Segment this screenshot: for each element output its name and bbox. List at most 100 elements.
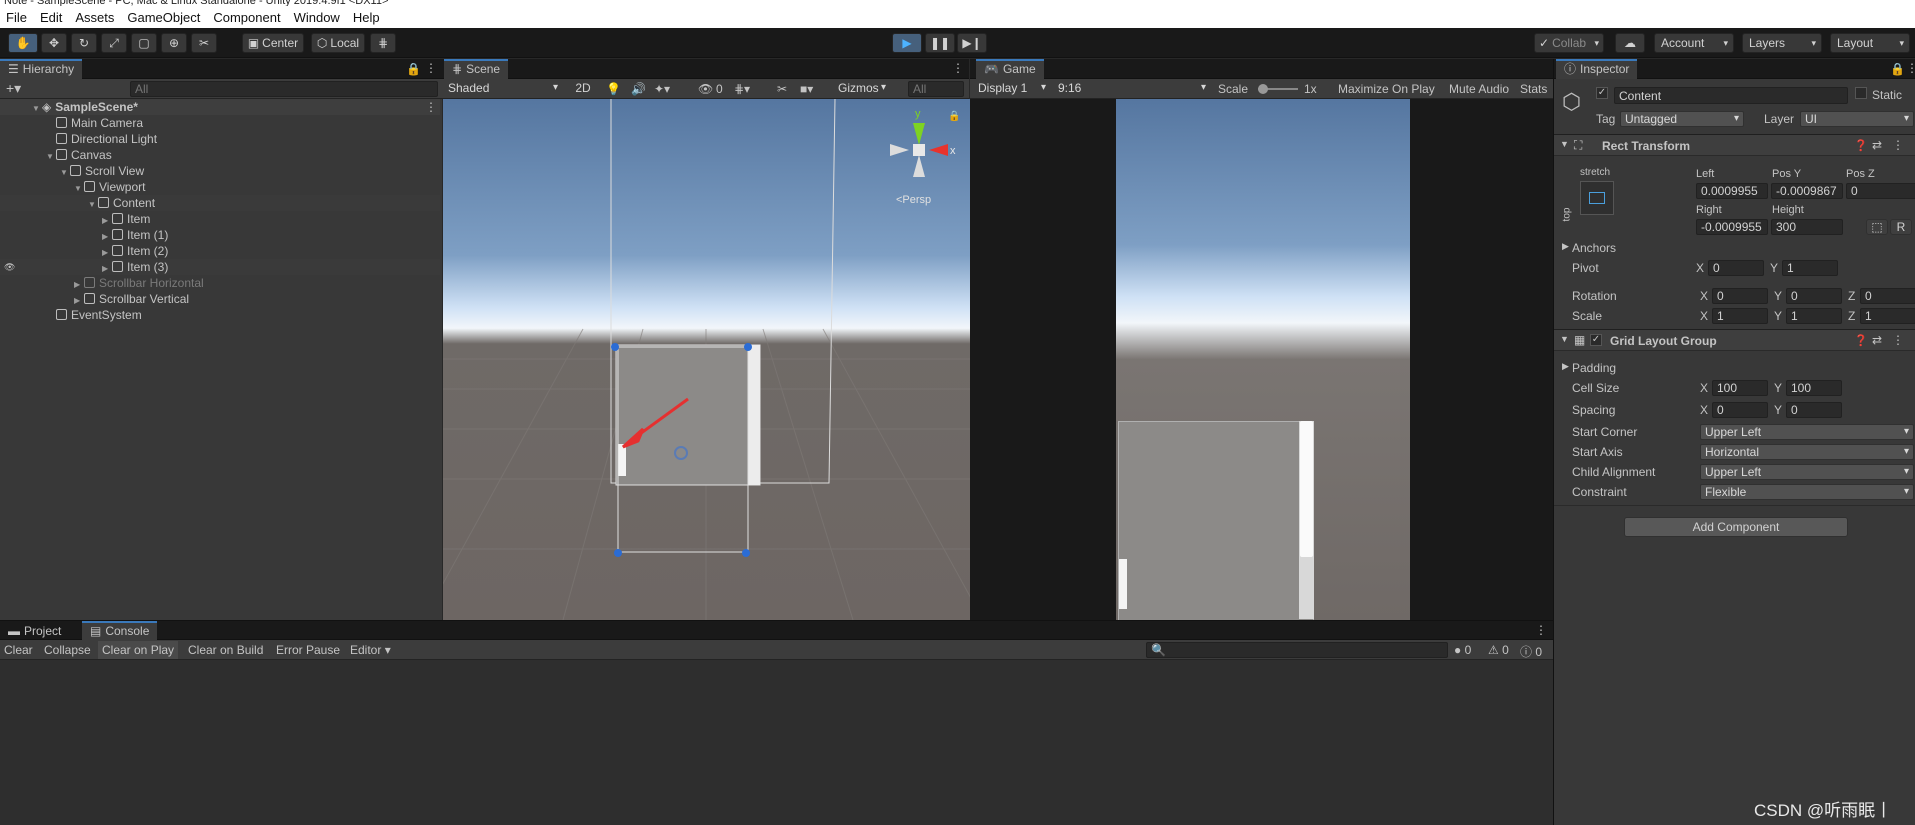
hierarchy-search-input[interactable]	[130, 81, 438, 97]
hidden-objects-icon[interactable]: 👁	[698, 82, 713, 96]
help-icon[interactable]: ❓	[1854, 139, 1868, 152]
rect-tool-icon[interactable]: ▢	[131, 33, 157, 53]
game-scrollbar-handle[interactable]	[1300, 421, 1313, 557]
gizmos-dropdown[interactable]: Gizmos	[834, 81, 890, 97]
console-log-area[interactable]	[0, 660, 1553, 825]
hierarchy-item[interactable]: ▼ Canvas	[0, 147, 440, 163]
cell-x-field[interactable]: 100	[1712, 380, 1768, 396]
game-view[interactable]	[970, 99, 1553, 620]
grid-enabled-checkbox[interactable]: ✓	[1590, 334, 1602, 346]
menu-item-gameobject[interactable]: GameObject	[127, 10, 200, 25]
maximize-on-play-toggle[interactable]: Maximize On Play	[1338, 82, 1435, 96]
move-tool-icon[interactable]: ✥	[41, 33, 67, 53]
clear-on-build-toggle[interactable]: Clear on Build	[188, 643, 263, 657]
hierarchy-item[interactable]: ▼ Content	[0, 195, 440, 211]
add-component-button[interactable]: Add Component	[1624, 517, 1848, 537]
inspector-kebab-icon[interactable]: ⋮	[1906, 61, 1915, 75]
tab-project[interactable]: ▬ Project	[0, 621, 69, 641]
transform-tool-icon[interactable]: ⊕	[161, 33, 187, 53]
handle-top-right[interactable]	[744, 343, 752, 351]
pivot-y-field[interactable]: 1	[1782, 260, 1838, 276]
menu-item-edit[interactable]: Edit	[40, 10, 62, 25]
hierarchy-item[interactable]: ▶ Item (3) 👁	[0, 259, 440, 275]
console-search-input[interactable]: 🔍	[1146, 642, 1448, 658]
hierarchy-item[interactable]: ▼ Scroll View	[0, 163, 440, 179]
raw-edit-button[interactable]: R	[1890, 219, 1912, 235]
pivot-x-field[interactable]: 0	[1708, 260, 1764, 276]
play-button[interactable]: ▶	[892, 33, 922, 53]
hand-tool-icon[interactable]: ✋	[8, 33, 38, 53]
pivot-local-button[interactable]: ⬡ Local	[311, 33, 365, 53]
layers-dropdown[interactable]: Layers ▾	[1742, 33, 1822, 53]
menu-item-file[interactable]: File	[6, 10, 27, 25]
posy-field[interactable]: -0.0009867	[1771, 183, 1843, 199]
clear-button[interactable]: Clear	[4, 643, 33, 657]
scene-kebab-icon[interactable]: ⋮	[952, 61, 964, 75]
left-field[interactable]: 0.0009955	[1696, 183, 1768, 199]
tools-icon[interactable]: ✂	[777, 82, 787, 96]
scale-slider[interactable]	[1258, 84, 1298, 94]
pause-button[interactable]: ❚❚	[925, 33, 955, 53]
hierarchy-item[interactable]: Main Camera	[0, 115, 440, 131]
spacing-x-field[interactable]: 0	[1712, 402, 1768, 418]
custom-tool-icon[interactable]: ✂	[191, 33, 217, 53]
scene-row[interactable]: ▼ ◈ SampleScene* ⋮	[0, 99, 440, 115]
display-dropdown[interactable]: Display 1	[974, 81, 1050, 97]
grid-help-icon[interactable]: ❓	[1854, 334, 1868, 347]
anchor-presets-button[interactable]	[1580, 181, 1614, 215]
create-plus-icon[interactable]: +▾	[6, 80, 21, 97]
right-field[interactable]: -0.0009955	[1696, 219, 1768, 235]
rotate-tool-icon[interactable]: ↻	[71, 33, 97, 53]
anchors-label[interactable]: Anchors	[1572, 241, 1616, 255]
rot-z-field[interactable]: 0	[1860, 288, 1915, 304]
account-dropdown[interactable]: Account ▾	[1654, 33, 1734, 53]
hierarchy-item[interactable]: EventSystem	[0, 307, 440, 323]
gizmo-lock-icon[interactable]: 🔒	[948, 110, 960, 122]
game-scrollbar-track[interactable]	[1299, 421, 1314, 619]
object-name-field[interactable]	[1614, 87, 1848, 104]
tab-hierarchy[interactable]: ☰ Hierarchy	[0, 59, 83, 79]
blueprint-mode-icon[interactable]: ⬚	[1866, 219, 1888, 235]
menu-item-assets[interactable]: Assets	[75, 10, 114, 25]
lighting-icon[interactable]: 💡	[606, 82, 621, 96]
aspect-dropdown[interactable]: 9:16	[1054, 81, 1210, 97]
scale-tool-icon[interactable]: ⤢	[101, 33, 127, 53]
spacing-y-field[interactable]: 0	[1786, 402, 1842, 418]
constraint-dropdown[interactable]: Flexible	[1700, 484, 1914, 500]
kebab-menu-icon[interactable]: ⋮	[425, 61, 437, 75]
collapse-toggle[interactable]: Collapse	[44, 643, 91, 657]
collab-button[interactable]: ✓ Collab ▾	[1534, 33, 1604, 53]
scene-menu-icon[interactable]: ⋮	[425, 99, 437, 115]
scale-y-field[interactable]: 1	[1786, 308, 1842, 324]
warn-count-toggle[interactable]: ⚠ 0	[1488, 643, 1509, 657]
hierarchy-item[interactable]: ▶ Scrollbar Vertical	[0, 291, 440, 307]
scale-z-field[interactable]: 1	[1860, 308, 1915, 324]
hierarchy-item[interactable]: Directional Light	[0, 131, 440, 147]
scale-x-field[interactable]: 1	[1712, 308, 1768, 324]
log-count-toggle[interactable]: ● 0	[1454, 643, 1471, 657]
handle-bottom-right[interactable]	[742, 549, 750, 557]
static-checkbox[interactable]	[1855, 87, 1867, 99]
console-kebab-icon[interactable]: ⋮	[1535, 623, 1547, 637]
error-count-toggle[interactable]: ⓘ 0	[1520, 643, 1542, 660]
grid-menu-icon[interactable]: ⋮	[1892, 333, 1904, 347]
hierarchy-item[interactable]: ▶ Item (2)	[0, 243, 440, 259]
child-alignment-dropdown[interactable]: Upper Left	[1700, 464, 1914, 480]
rect-transform-header[interactable]: ▼ ⛶ Rect Transform ❓ ⇄ ⋮	[1554, 134, 1915, 156]
rot-x-field[interactable]: 0	[1712, 288, 1768, 304]
pivot-center-button[interactable]: ▣ Center	[242, 33, 304, 53]
anchors-foldout-icon[interactable]: ▶	[1562, 241, 1569, 252]
padding-label[interactable]: Padding	[1572, 361, 1616, 375]
mode-2d-button[interactable]: 2D	[570, 80, 596, 98]
tab-console[interactable]: ▤ Console	[82, 621, 158, 641]
grid-preset-icon[interactable]: ⇄	[1872, 333, 1882, 347]
active-checkbox[interactable]: ✓	[1596, 87, 1608, 99]
scene-search-input[interactable]	[908, 81, 964, 97]
layer-dropdown[interactable]: UI	[1800, 111, 1914, 127]
component-menu-icon[interactable]: ⋮	[1892, 138, 1904, 152]
clear-on-play-toggle[interactable]: Clear on Play	[98, 641, 179, 659]
editor-dropdown[interactable]: Editor ▾	[350, 643, 391, 657]
grid-snap-icon[interactable]: ⋕	[370, 33, 396, 53]
error-pause-toggle[interactable]: Error Pause	[276, 643, 340, 657]
stats-toggle[interactable]: Stats	[1520, 82, 1547, 96]
